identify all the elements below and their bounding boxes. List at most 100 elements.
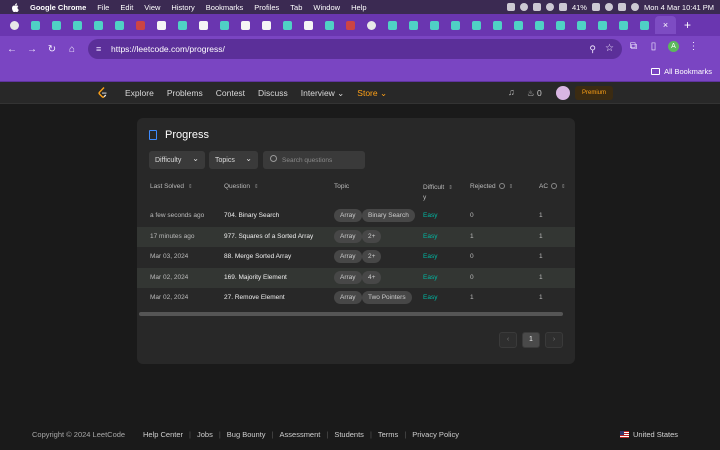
browser-tab[interactable] (634, 16, 655, 34)
menu-help[interactable]: Help (351, 3, 366, 12)
nav-store[interactable]: Store ⌄ (357, 88, 387, 99)
table-row[interactable]: 17 minutes ago 977. Squares of a Sorted A… (137, 226, 575, 247)
back-icon[interactable]: ← (4, 41, 20, 57)
next-page-button[interactable]: › (545, 332, 563, 348)
footer-link[interactable]: Jobs (197, 430, 213, 439)
header-rejected[interactable]: Rejected ⇕ (470, 183, 513, 190)
footer-link[interactable]: Bug Bounty (227, 430, 266, 439)
premium-button[interactable]: Premium (575, 86, 613, 100)
browser-tab[interactable] (151, 16, 172, 34)
browser-tab[interactable] (319, 16, 340, 34)
search-input[interactable] (282, 153, 362, 167)
browser-tab[interactable] (529, 16, 550, 34)
topic-tag[interactable]: 2+ (362, 250, 382, 263)
control-center-icon[interactable] (630, 3, 639, 11)
browser-tab[interactable] (424, 16, 445, 34)
table-row[interactable]: a few seconds ago 704. Binary Search Array… (137, 206, 575, 226)
user-avatar[interactable] (556, 86, 570, 100)
browser-tab[interactable] (130, 16, 151, 34)
browser-tab[interactable] (235, 16, 256, 34)
header-question[interactable]: Question ⇕ (224, 183, 259, 190)
menu-file[interactable]: File (97, 3, 109, 12)
notification-bell-icon[interactable]: ♫ (508, 87, 518, 98)
close-tab-icon[interactable]: × (663, 20, 668, 30)
menu-app-name[interactable]: Google Chrome (30, 3, 86, 12)
topic-tag[interactable]: Two Pointers (362, 291, 412, 304)
browser-tab[interactable] (445, 16, 466, 34)
footer-link[interactable]: Assessment (280, 430, 321, 439)
browser-tab[interactable] (214, 16, 235, 34)
question-link[interactable]: 977. Squares of a Sorted Array (224, 233, 313, 240)
browser-tab[interactable] (256, 16, 277, 34)
nav-problems[interactable]: Problems (167, 88, 203, 98)
difficulty-filter[interactable]: Difficulty ⌄ (149, 151, 205, 169)
browser-tab[interactable] (613, 16, 634, 34)
menu-history[interactable]: History (171, 3, 194, 12)
cloud-icon[interactable] (519, 3, 528, 11)
site-settings-icon[interactable]: ≡ (96, 44, 105, 54)
browser-tab[interactable] (298, 16, 319, 34)
topic-tag[interactable]: 4+ (362, 270, 382, 284)
leetcode-logo-icon[interactable] (98, 87, 108, 99)
bluetooth-icon[interactable] (545, 3, 554, 11)
browser-tab[interactable] (403, 16, 424, 34)
sort-icon[interactable]: ⇕ (254, 184, 259, 190)
side-panel-icon[interactable]: ▯ (648, 41, 659, 52)
browser-tab[interactable] (277, 16, 298, 34)
browser-tab[interactable] (193, 16, 214, 34)
address-bar[interactable]: ≡ https://leetcode.com/progress/ ⚲ ☆ (88, 39, 622, 59)
browser-tab[interactable] (487, 16, 508, 34)
topic-tag[interactable]: Array (334, 291, 362, 304)
browser-tab[interactable] (172, 16, 193, 34)
question-link[interactable]: 27. Remove Element (224, 294, 285, 301)
profile-avatar[interactable]: A (668, 41, 679, 52)
url-text[interactable]: https://leetcode.com/progress/ (111, 44, 225, 54)
clock[interactable]: Mon 4 Mar 10:41 PM (644, 3, 714, 12)
topic-tag[interactable]: Array (334, 209, 362, 222)
browser-tab[interactable] (592, 16, 613, 34)
table-row[interactable]: Mar 02, 2024 169. Majority Element Array 4+… (137, 267, 575, 288)
extensions-icon[interactable]: ⧉ (628, 41, 639, 52)
browser-tab[interactable] (340, 16, 361, 34)
dropbox-icon[interactable] (506, 3, 515, 11)
browser-tab[interactable] (25, 16, 46, 34)
menu-view[interactable]: View (144, 3, 160, 12)
browser-tab[interactable] (88, 16, 109, 34)
sort-icon[interactable]: ⇕ (509, 184, 514, 190)
bookmark-star-icon[interactable]: ☆ (605, 43, 614, 54)
browser-tab[interactable] (4, 16, 25, 34)
topic-tag[interactable]: 2+ (362, 229, 382, 243)
header-difficulty[interactable]: Difficult ⇕ y (423, 183, 453, 203)
footer-link[interactable]: Privacy Policy (412, 430, 459, 439)
header-ac[interactable]: AC ⇕ (539, 183, 566, 190)
browser-tab[interactable] (571, 16, 592, 34)
sort-icon[interactable]: ⇕ (448, 185, 453, 191)
new-tab-button[interactable]: + (684, 18, 691, 32)
streak-counter[interactable]: ♨ 0 (527, 88, 542, 99)
info-icon[interactable] (498, 183, 505, 189)
topics-filter[interactable]: Topics ⌄ (209, 151, 258, 169)
play-icon[interactable] (558, 3, 567, 11)
all-bookmarks-button[interactable]: All Bookmarks (651, 67, 712, 76)
menu-window[interactable]: Window (313, 3, 340, 12)
search-icon[interactable] (617, 3, 626, 11)
browser-tab[interactable] (382, 16, 403, 34)
menu-bookmarks[interactable]: Bookmarks (206, 3, 244, 12)
reload-icon[interactable]: ↻ (44, 41, 60, 57)
footer-link[interactable]: Help Center (143, 430, 183, 439)
browser-tab[interactable] (46, 16, 67, 34)
browser-tab[interactable] (550, 16, 571, 34)
question-link[interactable]: 88. Merge Sorted Array (224, 253, 291, 260)
nav-contest[interactable]: Contest (216, 88, 245, 98)
topic-tag[interactable]: Array (334, 270, 362, 284)
home-icon[interactable]: ⌂ (64, 41, 80, 57)
camera-icon[interactable] (532, 3, 541, 11)
menu-profiles[interactable]: Profiles (254, 3, 279, 12)
topic-tag[interactable]: Array (334, 229, 362, 243)
header-last-solved[interactable]: Last Solved ⇕ (150, 183, 193, 190)
apple-icon[interactable] (10, 2, 20, 12)
nav-discuss[interactable]: Discuss (258, 88, 288, 98)
forward-icon[interactable]: → (24, 41, 40, 57)
battery-icon[interactable] (591, 3, 600, 11)
question-link[interactable]: 704. Binary Search (224, 212, 279, 219)
